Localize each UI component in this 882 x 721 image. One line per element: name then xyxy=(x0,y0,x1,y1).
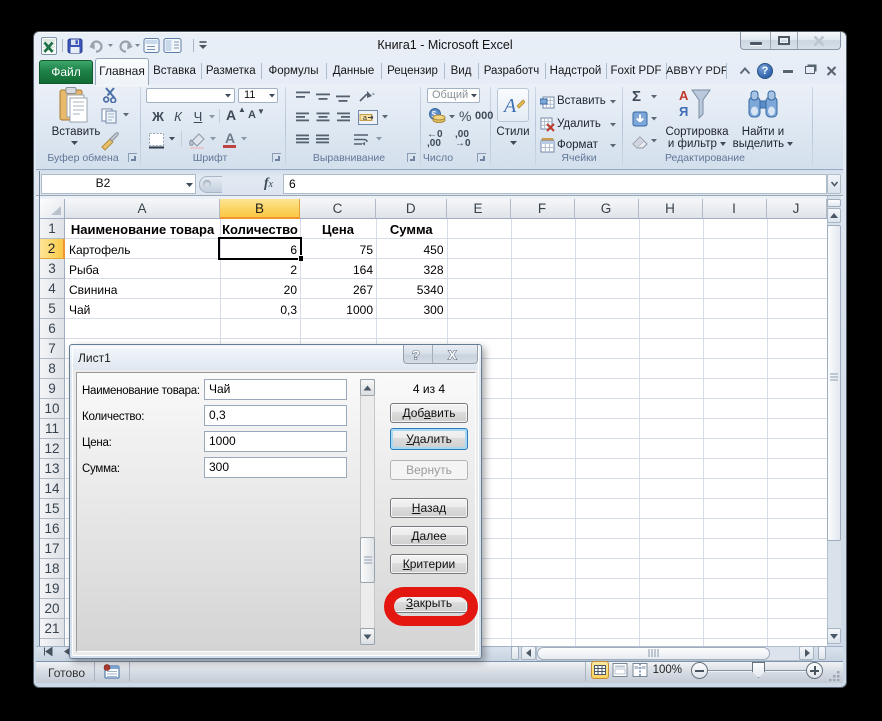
svg-text:А: А xyxy=(679,88,689,103)
svg-text:Я: Я xyxy=(679,104,688,119)
svg-text:a: a xyxy=(363,115,367,122)
svg-text:X: X xyxy=(448,348,457,363)
svg-text:?: ? xyxy=(412,348,420,363)
svg-text:A: A xyxy=(503,95,517,117)
